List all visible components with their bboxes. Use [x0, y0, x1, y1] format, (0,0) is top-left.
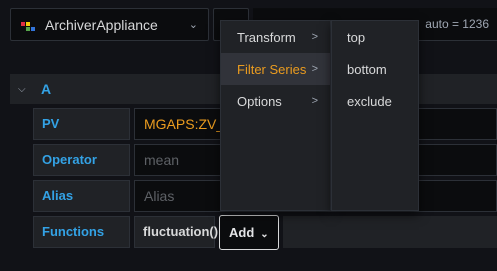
chevron-down-icon[interactable]: ⌵ [18, 84, 32, 95]
operator-label: Operator [33, 144, 130, 176]
menu-item-filter-series[interactable]: Filter Series > [221, 53, 330, 85]
datasource-select[interactable]: ArchiverAppliance ⌄ [10, 8, 209, 41]
functions-row-filler [283, 216, 497, 248]
menu-item-transform[interactable]: Transform > [221, 21, 330, 53]
submenu-item-label: top [347, 29, 366, 45]
chevron-right-icon: > [311, 95, 318, 107]
submenu-item-label: bottom [347, 61, 387, 77]
menu-item-label: Filter Series [237, 61, 307, 77]
submenu-item-top[interactable]: top [332, 21, 418, 53]
menu-item-label: Options [237, 93, 282, 109]
datasource-logo-icon [21, 18, 35, 32]
alias-label: Alias [33, 180, 130, 212]
functions-label: Functions [33, 216, 130, 248]
chevron-right-icon: > [311, 63, 318, 75]
chevron-right-icon: > [311, 31, 318, 43]
function-category-menu: Transform > Filter Series > Options > [220, 20, 331, 211]
query-editor: ArchiverAppliance ⌄ auto = 1236 ⌵ A PV M… [0, 0, 497, 271]
add-function-button[interactable]: Add ⌄ [219, 215, 279, 250]
query-ref-id: A [41, 81, 52, 97]
submenu-item-label: exclude [347, 93, 392, 109]
pv-label: PV [33, 108, 130, 140]
submenu-item-exclude[interactable]: exclude [332, 85, 418, 117]
filter-series-submenu: top bottom exclude [331, 20, 419, 211]
submenu-item-bottom[interactable]: bottom [332, 53, 418, 85]
menu-item-label: Transform [237, 29, 296, 45]
menu-item-options[interactable]: Options > [221, 85, 330, 117]
add-function-label: Add [229, 225, 255, 240]
datasource-name: ArchiverAppliance [45, 16, 158, 33]
chevron-down-icon: ⌄ [188, 19, 198, 31]
chevron-down-icon: ⌄ [260, 229, 269, 240]
function-chip[interactable]: fluctuation() [134, 216, 218, 248]
